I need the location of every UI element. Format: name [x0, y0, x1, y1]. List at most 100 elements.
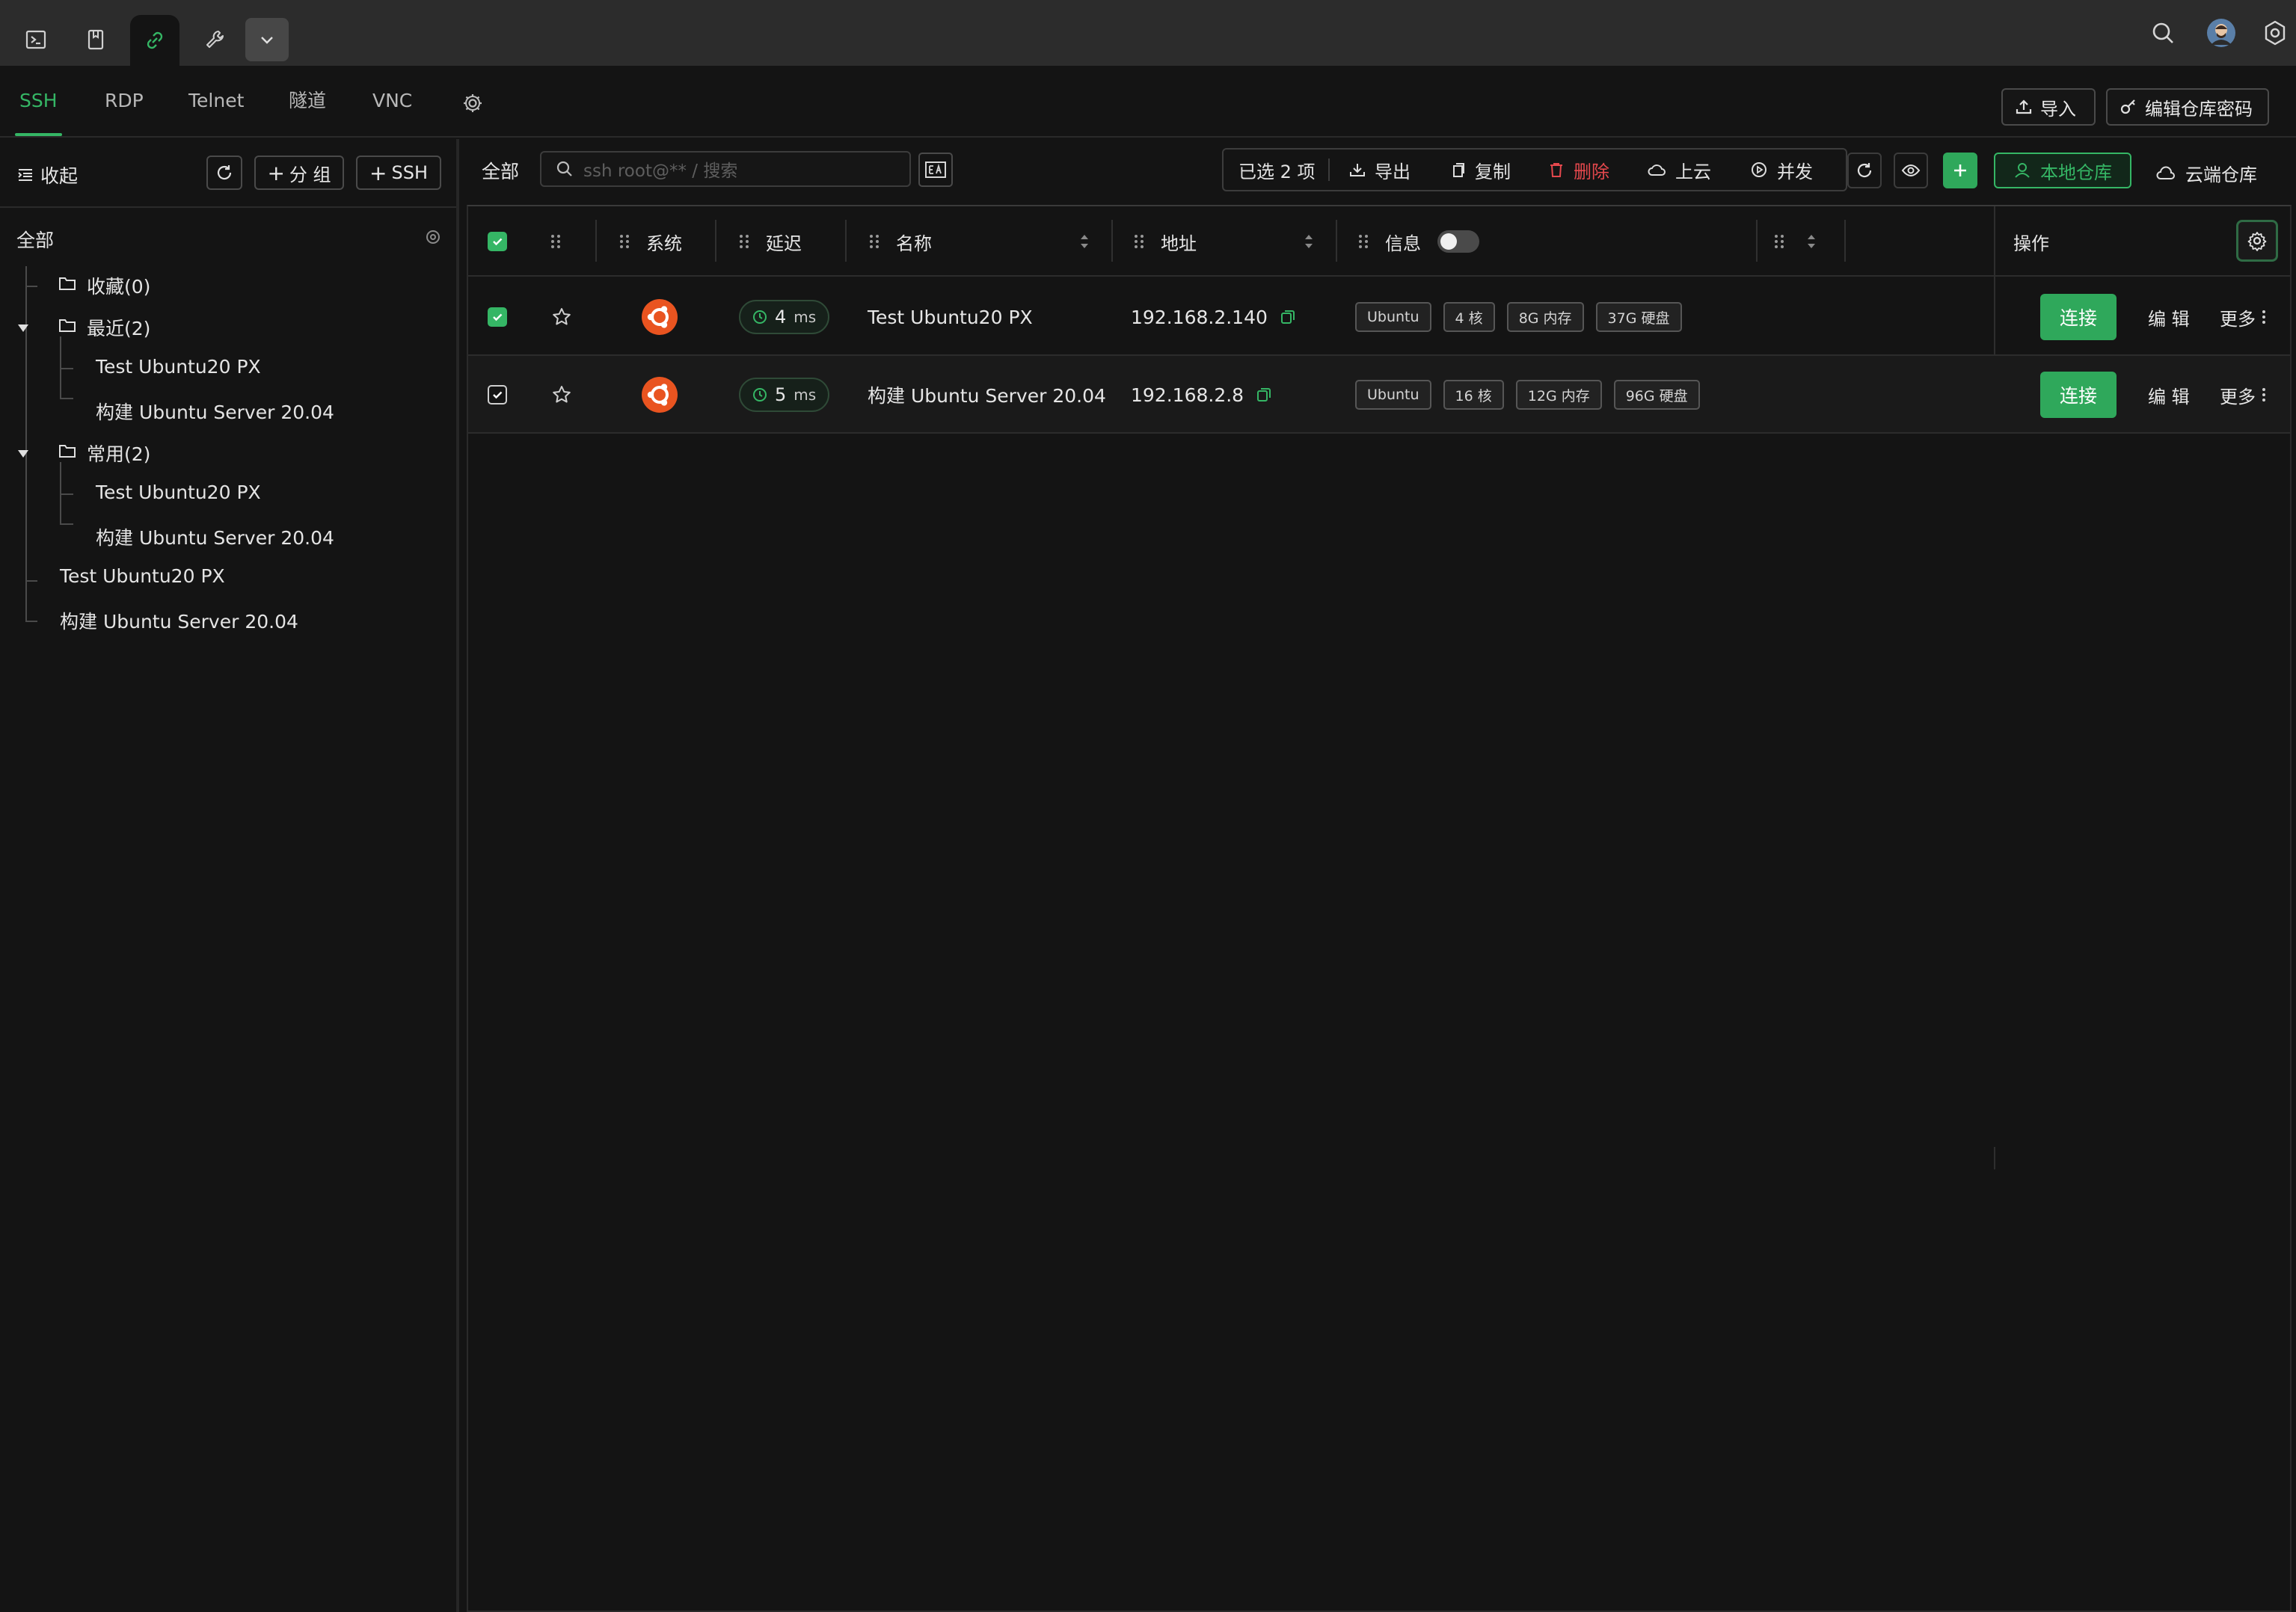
settings-icon[interactable] — [2262, 19, 2289, 46]
table-row[interactable]: 4 ms Test Ubuntu20 PX 192.168.2.140 Ubunt… — [468, 278, 2290, 356]
folder-icon — [58, 275, 76, 292]
tree-item[interactable]: Test Ubuntu20 PX — [96, 482, 261, 503]
tag-os: Ubuntu — [1355, 302, 1431, 332]
batch-divider — [1328, 159, 1330, 181]
row-checkbox[interactable] — [488, 278, 507, 356]
host-tags: Ubuntu 4 核 8G 内存 37G 硬盘 — [1355, 278, 1694, 356]
tree-item[interactable]: Test Ubuntu20 PX — [96, 356, 261, 378]
cloud-repo-button[interactable]: 云端仓库 — [2155, 160, 2257, 186]
visibility-toggle[interactable] — [1894, 153, 1928, 188]
drag-handle-icon[interactable] — [549, 206, 562, 277]
sort-icon[interactable] — [1078, 206, 1090, 277]
refresh-tree-button[interactable] — [206, 156, 242, 190]
tree-item[interactable]: Test Ubuntu20 PX — [60, 565, 225, 587]
column-header-address[interactable]: 地址 — [1132, 206, 1197, 277]
protocol-settings-icon[interactable] — [462, 93, 483, 114]
search-icon[interactable] — [2151, 21, 2175, 45]
edit-button[interactable]: 编 辑 — [2148, 278, 2190, 356]
table-row[interactable]: 5 ms 构建 Ubuntu Server 20.04 192.168.2.8 U… — [468, 356, 2290, 434]
edit-repo-password-button[interactable]: 编辑仓库密码 — [2106, 88, 2269, 126]
tree-item[interactable]: 构建 Ubuntu Server 20.04 — [96, 398, 334, 425]
tree-item[interactable]: 构建 Ubuntu Server 20.04 — [60, 607, 298, 634]
tree-root-all[interactable]: 全部 — [16, 226, 54, 253]
selected-count: 已选 2 项 — [1238, 161, 1316, 182]
batch-action-bar: 已选 2 项 导出 复制 删除 上云 并发 — [1222, 148, 1847, 191]
select-all-checkbox[interactable] — [488, 206, 507, 277]
tag-os: Ubuntu — [1355, 380, 1431, 410]
trash-icon — [1550, 163, 1562, 177]
drag-handle-icon — [1135, 235, 1144, 248]
cloud-icon — [2156, 166, 2175, 179]
column-header-system[interactable]: 系统 — [618, 206, 682, 277]
host-tags: Ubuntu 16 核 12G 内存 96G 硬盘 — [1355, 356, 1712, 434]
filter-all[interactable]: 全部 — [482, 157, 519, 184]
add-ssh-button[interactable]: + SSH — [356, 156, 441, 190]
local-repo-button[interactable]: 本地仓库 — [1994, 153, 2131, 188]
main-panel: 全部 ssh root@** / 搜索 已选 2 项 导出 复制 删除 上云 并… — [462, 139, 2296, 1612]
avatar[interactable] — [2206, 18, 2236, 48]
copy-icon[interactable] — [1280, 309, 1296, 325]
protocol-tab-bar: SSH RDP Telnet 隧道 VNC 导入 编辑仓库密码 — [0, 66, 2296, 138]
search-icon — [556, 161, 572, 176]
copy-button[interactable]: 复制 — [1449, 150, 1511, 190]
play-circle-icon — [1752, 162, 1766, 177]
locate-icon[interactable] — [425, 229, 441, 245]
text-search-toggle[interactable] — [918, 153, 953, 187]
more-button[interactable]: 更多 — [2220, 356, 2266, 434]
import-button[interactable]: 导入 — [2001, 88, 2096, 126]
terminal-icon[interactable] — [13, 16, 58, 63]
caret-down-icon[interactable] — [16, 323, 30, 333]
drag-handle-icon — [1775, 235, 1784, 248]
bookmark-icon[interactable] — [73, 16, 118, 63]
column-header-extra[interactable] — [1772, 206, 1817, 277]
more-button[interactable]: 更多 — [2220, 278, 2266, 356]
column-settings-button[interactable] — [2236, 220, 2278, 262]
connect-label: 连接 — [2040, 294, 2117, 340]
tree-folder-common[interactable]: 常用(2) — [87, 440, 150, 467]
tree-item[interactable]: 构建 Ubuntu Server 20.04 — [96, 523, 334, 550]
chevron-down-icon[interactable] — [245, 18, 289, 61]
refresh-button[interactable] — [1847, 153, 1882, 188]
delete-button[interactable]: 删除 — [1548, 150, 1609, 190]
host-table: 系统 延迟 名称 地址 信息 操作 4 ms Test Ubuntu20 PX … — [467, 205, 2292, 1612]
add-group-label: 分 组 — [289, 164, 331, 185]
row-checkbox[interactable] — [488, 356, 507, 434]
copy-label: 复制 — [1475, 161, 1511, 182]
sort-icon[interactable] — [1303, 206, 1315, 277]
info-toggle-switch[interactable] — [1437, 206, 1479, 277]
search-box[interactable]: ssh root@** / 搜索 — [540, 151, 911, 187]
tab-telnet[interactable]: Telnet — [188, 91, 244, 136]
refresh-icon — [217, 165, 232, 180]
title-bar — [0, 0, 2296, 66]
ops-column-border — [1994, 206, 1995, 277]
caret-down-icon[interactable] — [16, 449, 30, 459]
wrench-icon[interactable] — [193, 16, 238, 63]
tab-tunnel[interactable]: 隧道 — [289, 91, 326, 136]
upload-cloud-button[interactable]: 上云 — [1647, 150, 1711, 190]
clock-icon — [753, 388, 767, 402]
add-group-button[interactable]: + 分 组 — [254, 156, 344, 190]
add-host-button[interactable] — [1943, 153, 1977, 188]
drag-handle-icon — [620, 235, 629, 248]
tab-vnc[interactable]: VNC — [372, 91, 412, 136]
connect-button[interactable]: 连接 — [2040, 278, 2117, 356]
connect-button[interactable]: 连接 — [2040, 356, 2117, 434]
column-header-latency[interactable]: 延迟 — [737, 206, 802, 277]
tab-ssh[interactable]: SSH — [15, 91, 62, 136]
tab-rdp[interactable]: RDP — [105, 91, 144, 136]
export-label: 导出 — [1375, 161, 1411, 182]
tree-folder-favorites[interactable]: 收藏(0) — [87, 272, 150, 299]
tag-disk: 37G 硬盘 — [1595, 302, 1682, 332]
collapse-button[interactable]: 收起 — [16, 161, 78, 188]
edit-button[interactable]: 编 辑 — [2148, 356, 2190, 434]
link-icon[interactable] — [130, 15, 179, 66]
tree-folder-recent[interactable]: 最近(2) — [87, 314, 150, 341]
star-icon[interactable] — [552, 278, 571, 356]
concurrent-button[interactable]: 并发 — [1750, 150, 1813, 190]
export-button[interactable]: 导出 — [1349, 150, 1411, 190]
star-icon[interactable] — [552, 356, 571, 434]
latency-unit: ms — [794, 386, 817, 404]
copy-icon[interactable] — [1256, 387, 1272, 403]
tree-guide — [60, 398, 73, 399]
column-header-name[interactable]: 名称 — [868, 206, 932, 277]
